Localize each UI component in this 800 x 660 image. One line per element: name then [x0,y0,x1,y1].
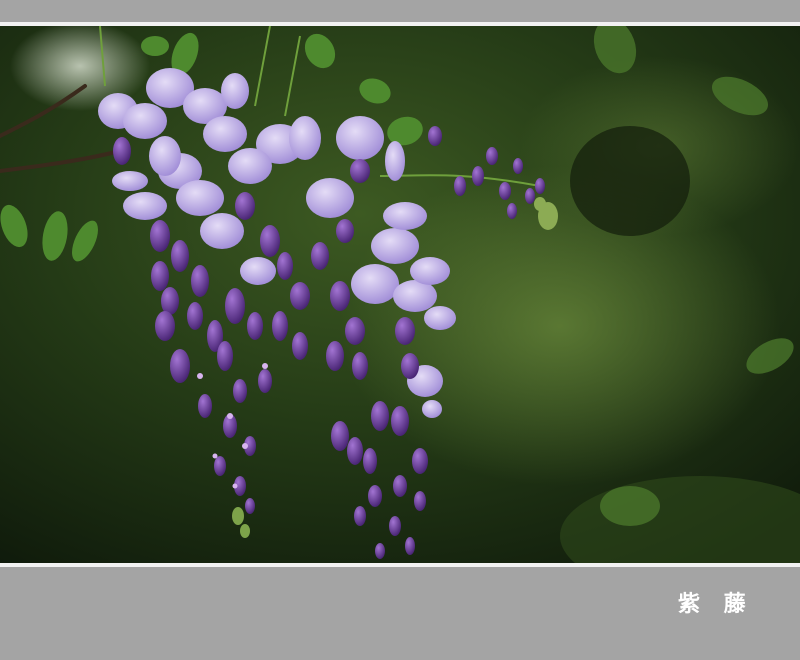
photo-caption: 紫 藤 [678,591,754,617]
wisteria-photo-svg [0,26,800,563]
top-frame-band [0,0,800,22]
wisteria-photo [0,26,800,563]
